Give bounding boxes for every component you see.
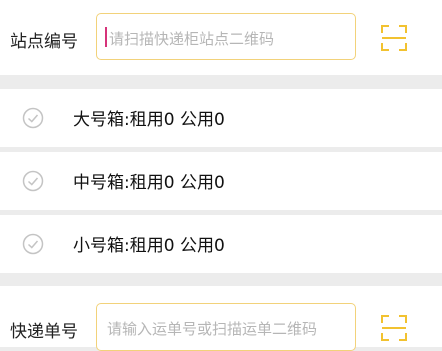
list-item: 小号箱:租用0 公用0: [0, 215, 442, 273]
station-input[interactable]: 请扫描快递柜站点二维码: [96, 13, 356, 60]
check-circle-icon[interactable]: [22, 233, 44, 255]
box-large-label: 大号箱:租用0 公用0: [73, 110, 225, 130]
list-item: 大号箱:租用0 公用0: [0, 89, 442, 147]
tracking-label: 快递单号: [10, 322, 78, 342]
text-caret: [105, 27, 107, 47]
scan-icon[interactable]: [380, 24, 408, 52]
station-label: 站点编号: [10, 32, 78, 52]
station-placeholder: 请扫描快递柜站点二维码: [109, 30, 275, 48]
tracking-row: 快递单号 请输入运单号或扫描运单二维码: [0, 286, 442, 351]
list-item: 中号箱:租用0 公用0: [0, 152, 442, 210]
check-circle-icon[interactable]: [22, 107, 44, 129]
check-circle-icon[interactable]: [22, 170, 44, 192]
box-medium-label: 中号箱:租用0 公用0: [73, 173, 225, 193]
scan-icon[interactable]: [380, 314, 408, 342]
tracking-input[interactable]: 请输入运单号或扫描运单二维码: [96, 303, 356, 351]
box-small-label: 小号箱:租用0 公用0: [73, 236, 225, 256]
tracking-placeholder: 请输入运单号或扫描运单二维码: [107, 320, 318, 338]
station-row: 站点编号 请扫描快递柜站点二维码: [0, 0, 442, 75]
